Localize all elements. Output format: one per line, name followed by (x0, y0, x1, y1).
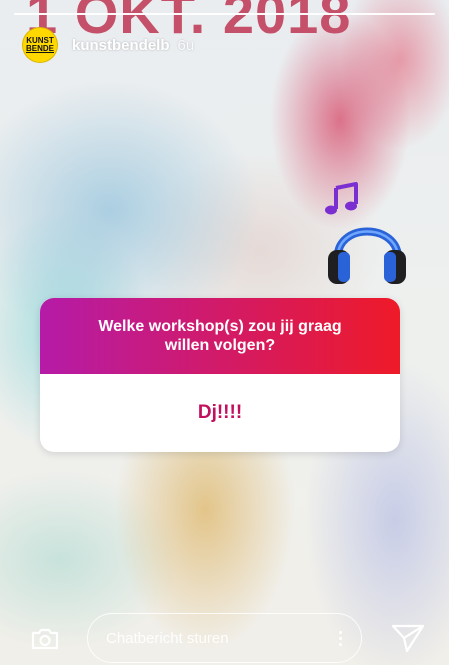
question-answer-area[interactable]: Dj!!!! (40, 374, 400, 452)
avatar-text-line2: BENDE (25, 44, 54, 53)
sticker-group[interactable] (322, 182, 412, 292)
story-header: KUNST BENDE kunstbendelb 6u (22, 27, 195, 63)
story-view[interactable]: 1 OKT. 2018 KUNST BENDE kunstbendelb 6u (0, 0, 449, 665)
avatar[interactable]: KUNST BENDE (22, 27, 58, 63)
more-vertical-icon[interactable] (337, 630, 343, 646)
reply-bar: Chatbericht sturen (0, 608, 449, 665)
question-prompt: Welke workshop(s) zou jij graag willen v… (98, 318, 342, 354)
question-header: Welke workshop(s) zou jij graag willen v… (40, 298, 400, 374)
music-note-icon (325, 182, 358, 215)
chat-placeholder: Chatbericht sturen (106, 629, 229, 647)
question-answer: Dj!!!! (197, 402, 243, 423)
camera-button[interactable] (20, 614, 70, 664)
send-icon[interactable] (390, 622, 426, 654)
username[interactable]: kunstbendelb (72, 37, 170, 54)
question-sticker[interactable]: Welke workshop(s) zou jij graag willen v… (40, 298, 400, 452)
chat-message-input[interactable]: Chatbericht sturen (87, 613, 362, 663)
camera-icon (31, 628, 59, 650)
post-time: 6u (177, 36, 195, 54)
story-progress-bar (14, 13, 435, 15)
story-progress-fill (14, 13, 435, 15)
headphones-icon (328, 227, 406, 284)
